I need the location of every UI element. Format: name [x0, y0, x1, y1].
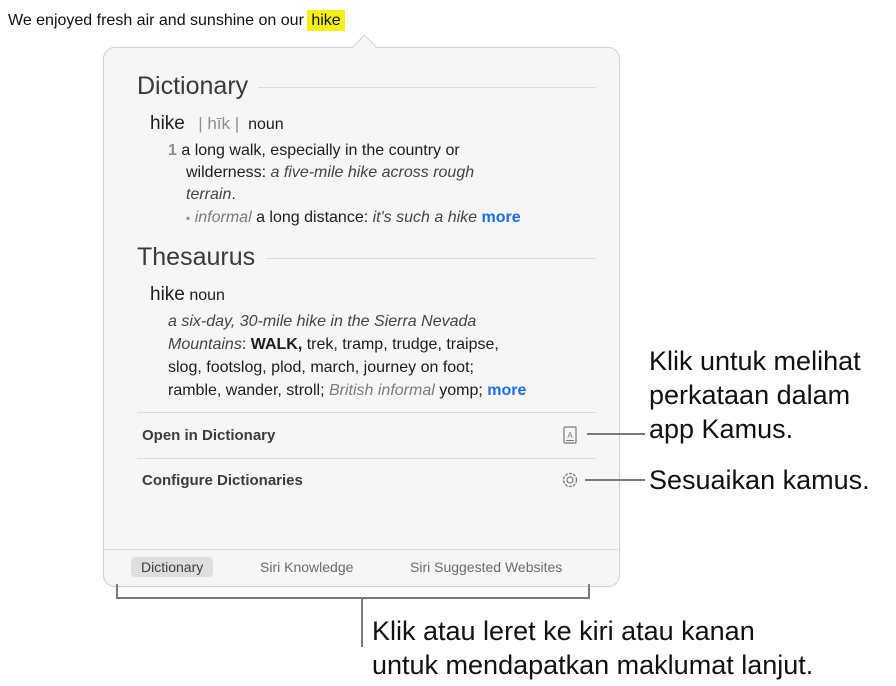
dictionary-entry-header: hike | hīk | noun: [150, 113, 284, 136]
tabs-bracket-bottom: [116, 597, 590, 599]
footer-divider: [104, 549, 618, 550]
definition-line-1: 1 a long walk, especially in the country…: [168, 140, 460, 162]
thesaurus-example-line: a six-day, 30-mile hike in the Sierra Ne…: [168, 311, 476, 333]
callout-leader-open-app: [587, 433, 645, 435]
tabs-bracket-right: [588, 584, 590, 599]
register-label: British informal: [328, 382, 435, 399]
configure-dictionaries-label: Configure Dictionaries: [142, 472, 303, 489]
synonym-line-2: slog, footslog, plod, march, journey on …: [168, 357, 474, 379]
thesaurus-entry-header: hike noun: [150, 284, 225, 307]
dictionary-heading: Dictionary: [137, 72, 249, 100]
core-synonym: WALK,: [250, 336, 303, 353]
extra-synonym: yomp;: [439, 382, 483, 399]
pronunciation: | hīk |: [198, 114, 240, 133]
synonyms-1: trek, tramp, trudge, traipse,: [306, 336, 499, 353]
synonyms-3: ramble, wander, stroll;: [168, 382, 325, 399]
thesaurus-heading-rule: [266, 258, 596, 259]
thesaurus-headword: hike: [150, 284, 185, 305]
definition-example-2: terrain: [186, 186, 232, 203]
sentence-text: We enjoyed fresh air and sunshine on our: [8, 12, 304, 29]
tabs-bracket-leader: [361, 597, 363, 647]
thesaurus-colon: :: [241, 336, 247, 353]
configure-dictionaries-button[interactable]: Configure Dictionaries: [137, 459, 596, 503]
synonyms-2: slog, footslog, plod, march, journey on …: [168, 359, 474, 376]
tab-dictionary[interactable]: Dictionary: [131, 557, 214, 577]
source-sentence: We enjoyed fresh air and sunshine on our…: [8, 10, 345, 32]
definition-line-3: terrain.: [186, 184, 236, 206]
callout-open-app: Klik untuk melihat perkataan dalam app K…: [649, 344, 861, 446]
sense-number: 1: [168, 142, 177, 159]
dictionary-more-link[interactable]: more: [482, 209, 521, 226]
callout-leader-configure: [585, 479, 645, 481]
sub-sense-example: it's such a hike: [372, 209, 478, 226]
dictionary-heading-rule: [258, 87, 596, 88]
callout-swipe-line-1: Klik atau leret ke kiri atau kanan: [372, 616, 755, 646]
synonym-line-1: Mountains: WALK, trek, tramp, trudge, tr…: [168, 334, 499, 356]
thesaurus-example-2: Mountains: [168, 336, 242, 353]
definition-example-1: a five-mile hike across rough: [270, 164, 475, 181]
thesaurus-example-1: a six-day, 30-mile hike in the Sierra Ne…: [168, 313, 477, 330]
gear-icon[interactable]: [561, 471, 579, 494]
thesaurus-more-link[interactable]: more: [487, 382, 526, 399]
definition-text-2: wilderness:: [186, 164, 267, 181]
highlighted-word[interactable]: hike: [307, 10, 345, 31]
open-in-dictionary-label: Open in Dictionary: [142, 427, 276, 444]
callout-open-app-line-2: perkataan dalam: [649, 380, 851, 410]
thesaurus-heading: Thesaurus: [137, 243, 256, 271]
sub-sense-line: ▪ informal a long distance: it's such a …: [186, 207, 521, 229]
definition-text-1: a long walk, especially in the country o…: [181, 142, 460, 159]
book-icon[interactable]: A: [563, 426, 577, 449]
open-in-dictionary-button[interactable]: Open in Dictionary A: [137, 413, 596, 457]
synonym-line-3: ramble, wander, stroll; British informal…: [168, 380, 526, 402]
sub-sense-definition: a long distance:: [256, 209, 369, 226]
tab-siri-suggested-websites[interactable]: Siri Suggested Websites: [410, 557, 562, 577]
callout-swipe: Klik atau leret ke kiri atau kanan untuk…: [372, 614, 813, 682]
definition-line-2: wilderness: a five-mile hike across roug…: [186, 162, 474, 184]
tabs-bracket-left: [116, 584, 118, 599]
dictionary-pos: noun: [248, 116, 284, 133]
svg-text:A: A: [567, 431, 573, 440]
sub-sense-label: informal: [194, 209, 252, 226]
definition-period: .: [231, 186, 236, 203]
callout-configure: Sesuaikan kamus.: [649, 465, 870, 495]
thesaurus-pos: noun: [189, 287, 225, 304]
callout-swipe-line-2: untuk mendapatkan maklumat lanjut.: [372, 650, 814, 680]
callout-open-app-line-1: Klik untuk melihat: [649, 346, 861, 376]
tab-siri-knowledge[interactable]: Siri Knowledge: [260, 557, 353, 577]
bullet-icon: ▪: [186, 211, 191, 225]
dictionary-headword: hike: [150, 113, 185, 134]
callout-open-app-line-3: app Kamus.: [649, 414, 794, 444]
